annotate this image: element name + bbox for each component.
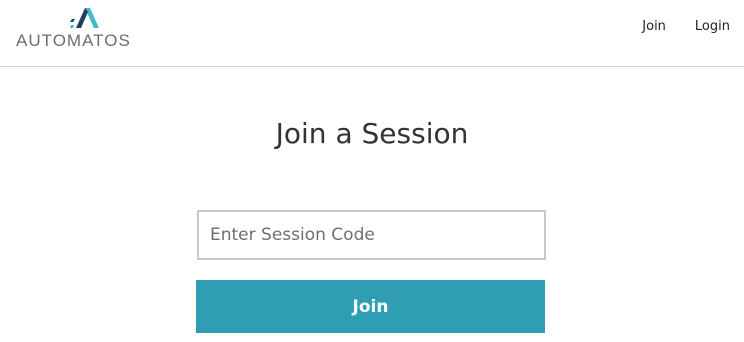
top-nav: Join Login bbox=[642, 19, 730, 35]
nav-login-link[interactable]: Login bbox=[695, 19, 730, 35]
join-button[interactable]: Join bbox=[196, 280, 545, 333]
top-header: AUTOMATOS Join Login bbox=[0, 0, 744, 67]
join-session-page: AUTOMATOS Join Login Join a Session Join bbox=[0, 0, 744, 342]
session-code-input[interactable] bbox=[197, 210, 546, 260]
brand-name: AUTOMATOS bbox=[16, 31, 131, 50]
page-title: Join a Session bbox=[275, 117, 469, 150]
automatos-logo[interactable]: AUTOMATOS bbox=[16, 7, 152, 51]
automatos-logo-icon bbox=[70, 8, 99, 28]
nav-join-link[interactable]: Join bbox=[642, 19, 666, 35]
